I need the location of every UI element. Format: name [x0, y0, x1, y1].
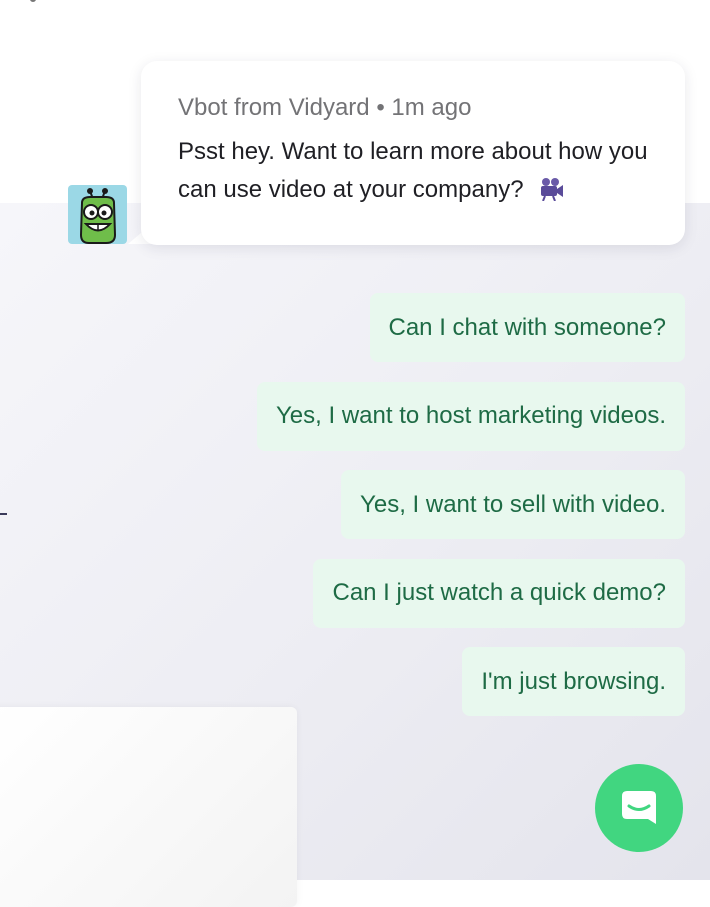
robot-avatar-icon — [79, 188, 117, 244]
meta-separator: • — [376, 94, 385, 121]
option-host-marketing-videos[interactable]: Yes, I want to host marketing videos. — [257, 381, 685, 451]
message-text: Psst hey. Want to learn more about how y… — [178, 138, 648, 203]
background-card — [0, 707, 297, 907]
option-just-browsing[interactable]: I'm just browsing. — [462, 647, 685, 716]
bot-message-bubble: Vbot from Vidyard • 1m ago Psst hey. Wan… — [141, 61, 685, 245]
message-sender: Vbot from Vidyard — [178, 94, 370, 121]
option-sell-with-video[interactable]: Yes, I want to sell with video. — [341, 470, 685, 539]
movie-camera-icon — [540, 178, 563, 201]
option-watch-demo[interactable]: Can I just watch a quick demo? — [313, 558, 685, 628]
page-edge-mark — [0, 513, 7, 515]
quick-reply-options: Can I chat with someone? Yes, I want to … — [257, 293, 685, 736]
page-edge-dot — [30, 0, 36, 2]
message-time: 1m ago — [391, 94, 472, 121]
bot-avatar — [68, 185, 127, 244]
chat-bubble-icon — [622, 791, 656, 824]
message-meta: Vbot from Vidyard • 1m ago — [178, 93, 649, 123]
chat-launcher-button[interactable] — [595, 764, 683, 852]
option-chat-with-someone[interactable]: Can I chat with someone? — [369, 293, 685, 362]
message-text-container: Psst hey. Want to learn more about how y… — [178, 133, 649, 209]
